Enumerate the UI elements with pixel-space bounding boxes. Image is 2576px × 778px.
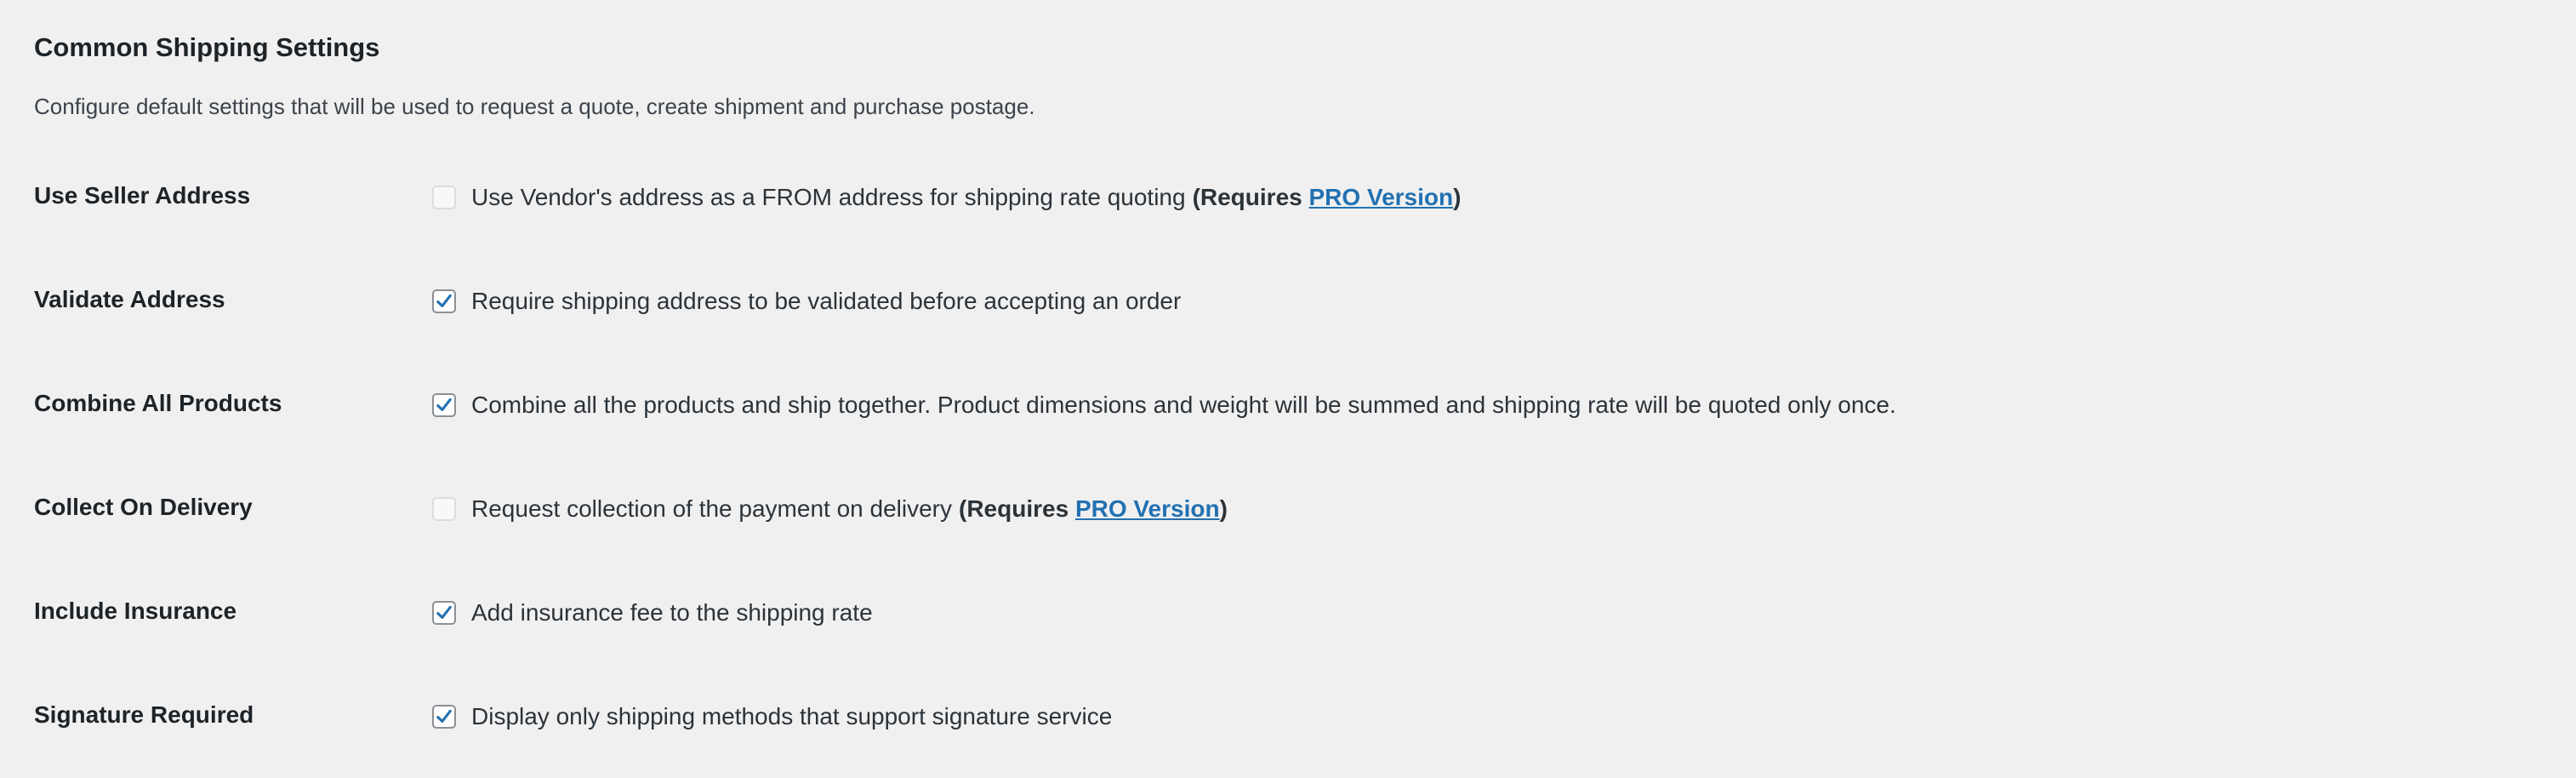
- setting-label: Use Seller Address: [34, 182, 251, 209]
- section-description: Configure default settings that will be …: [34, 94, 1035, 119]
- setting-description: Combine all the products and ship togeth…: [471, 392, 1896, 418]
- setting-field: Display only shipping methods that suppo…: [432, 700, 1112, 734]
- setting-field: Require shipping address to be validated…: [432, 284, 1181, 318]
- pro-version-link[interactable]: PRO Version: [1075, 495, 1220, 522]
- include-insurance-checkbox[interactable]: [432, 601, 456, 625]
- setting-description: Display only shipping methods that suppo…: [471, 703, 1113, 729]
- collect-on-delivery-checkbox[interactable]: [432, 497, 456, 521]
- validate-address-checkbox[interactable]: [432, 289, 456, 313]
- setting-description: Add insurance fee to the shipping rate: [471, 599, 873, 626]
- setting-description: Use Vendor's address as a FROM address f…: [471, 184, 1186, 210]
- setting-label: Include Insurance: [34, 598, 237, 624]
- requires-prefix: (Requires: [1192, 184, 1309, 210]
- setting-row-collect-on-delivery: Collect On Delivery Request collection o…: [34, 490, 2535, 541]
- requires-pro-note: (Requires PRO Version): [1193, 180, 1462, 215]
- setting-field: Add insurance fee to the shipping rate: [432, 596, 873, 630]
- signature-required-checkbox[interactable]: [432, 705, 456, 729]
- checkmark-icon: [436, 398, 452, 411]
- setting-field: Request collection of the payment on del…: [432, 492, 1228, 526]
- setting-field: Combine all the products and ship togeth…: [432, 388, 1896, 422]
- setting-label: Signature Required: [34, 701, 254, 728]
- setting-row-include-insurance: Include Insurance Add insurance fee to t…: [34, 594, 2535, 645]
- setting-row-validate-address: Validate Address Require shipping addres…: [34, 283, 2535, 334]
- pro-version-link[interactable]: PRO Version: [1309, 184, 1454, 210]
- checkmark-icon: [436, 709, 452, 723]
- setting-description: Request collection of the payment on del…: [471, 495, 952, 522]
- setting-description: Require shipping address to be validated…: [471, 288, 1182, 314]
- requires-suffix: ): [1453, 184, 1462, 210]
- checkmark-icon: [436, 605, 452, 619]
- section-title: Common Shipping Settings: [34, 32, 380, 62]
- use-seller-address-checkbox[interactable]: [432, 186, 456, 209]
- setting-row-combine-all-products: Combine All Products Combine all the pro…: [34, 386, 2535, 438]
- setting-label: Collect On Delivery: [34, 494, 253, 520]
- requires-pro-note: (Requires PRO Version): [959, 492, 1228, 526]
- setting-label: Combine All Products: [34, 390, 282, 416]
- setting-row-use-seller-address: Use Seller Address Use Vendor's address …: [34, 179, 2535, 230]
- setting-label: Validate Address: [34, 286, 225, 312]
- requires-suffix: ): [1219, 495, 1228, 522]
- setting-row-signature-required: Signature Required Display only shipping…: [34, 698, 2535, 749]
- combine-all-products-checkbox[interactable]: [432, 393, 456, 417]
- requires-prefix: (Requires: [959, 495, 1075, 522]
- setting-field: Use Vendor's address as a FROM address f…: [432, 180, 1461, 215]
- checkmark-icon: [436, 294, 452, 307]
